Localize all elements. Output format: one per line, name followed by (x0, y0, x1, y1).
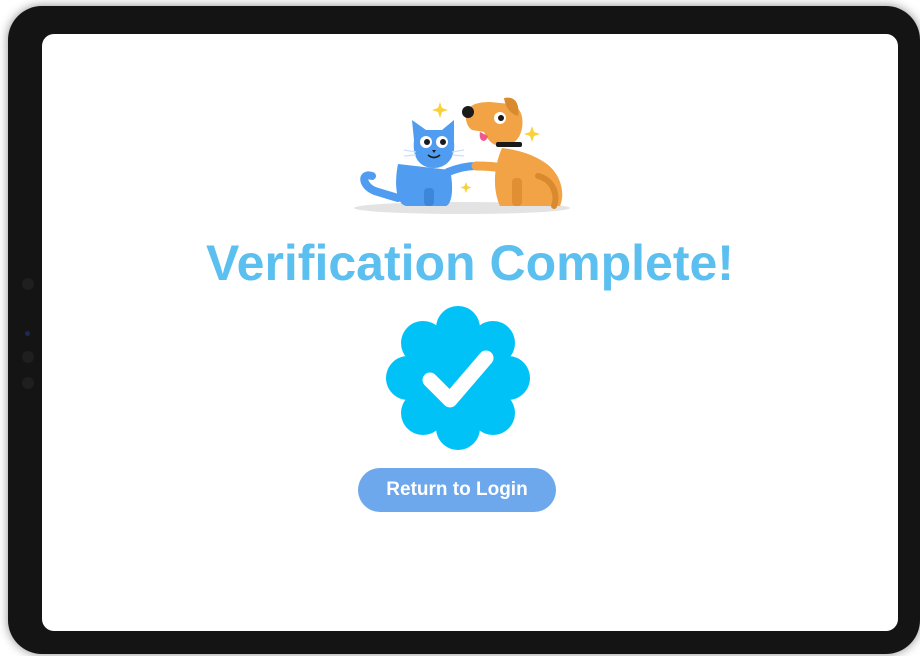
cat-dog-high-five-illustration (354, 97, 570, 214)
verified-check-badge-icon (386, 306, 530, 450)
cat-character (360, 120, 480, 206)
indicator-light (25, 331, 30, 336)
hardware-button (22, 278, 34, 290)
hardware-button (22, 351, 34, 363)
dog-character (462, 97, 563, 209)
tablet-frame: Verification Complete! Return to Login (8, 6, 920, 654)
hardware-button (22, 377, 34, 389)
screen: Verification Complete! Return to Login (42, 34, 898, 631)
page-title: Verification Complete! (206, 235, 734, 291)
return-to-login-button[interactable]: Return to Login (358, 468, 556, 512)
